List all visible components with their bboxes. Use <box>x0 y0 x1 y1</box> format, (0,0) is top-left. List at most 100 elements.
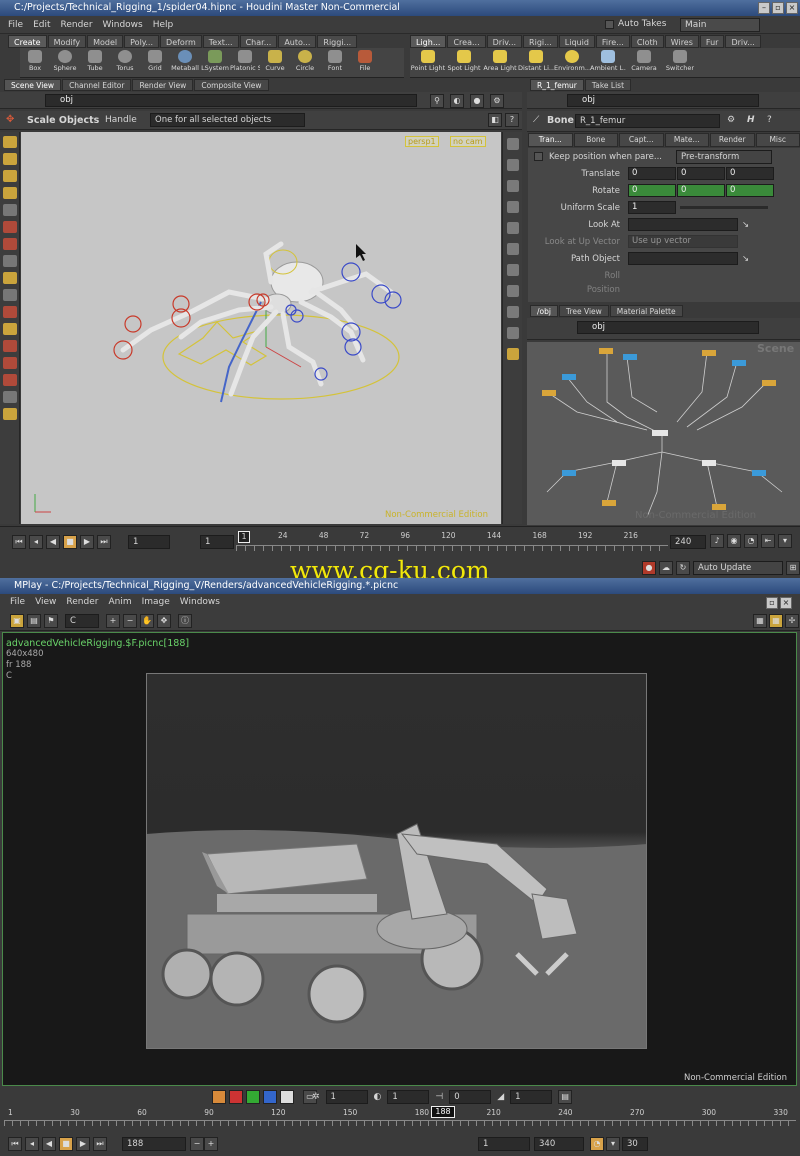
shelf-tab-wires[interactable]: Wires <box>664 35 699 48</box>
perspective-dropdown[interactable]: persp1 <box>405 136 439 147</box>
grid-layout-icon[interactable]: ▦ <box>769 614 783 628</box>
range-icon[interactable]: ⇤ <box>761 534 775 548</box>
param-tab-misc[interactable]: Misc <box>755 133 800 147</box>
zoom-in-icon[interactable]: + <box>106 614 120 628</box>
mplay-menu-image[interactable]: Image <box>142 594 170 611</box>
tab-node-params[interactable]: R_1_femur <box>530 79 584 91</box>
tool-camera[interactable]: Camera <box>626 48 662 77</box>
tool-grid[interactable]: Grid <box>140 48 170 77</box>
pan-icon[interactable]: ✋ <box>140 614 154 628</box>
network-path-field[interactable]: obj <box>577 321 759 334</box>
snap-grid-icon[interactable] <box>2 306 17 318</box>
move-view-icon[interactable]: ✥ <box>157 614 171 628</box>
compare-icon[interactable]: ▤ <box>27 614 41 628</box>
scale-icon[interactable] <box>2 238 17 250</box>
houdini-timeline[interactable]: 1 24 48 72 96 120 144 168 192 216 <box>236 531 668 553</box>
channel-red-icon[interactable] <box>229 1090 243 1104</box>
shelf-tab-poly[interactable]: Poly... <box>124 35 160 48</box>
shelf-tab-create2[interactable]: Crea... <box>447 35 486 48</box>
shelf-tab-rigid[interactable]: Rigi... <box>523 35 558 48</box>
mplay-current-frame-field[interactable]: 188 <box>122 1137 186 1151</box>
tool-torus[interactable]: Torus <box>110 48 140 77</box>
null-node[interactable] <box>702 460 716 466</box>
realtime-toggle-icon[interactable]: ◔ <box>590 1137 604 1151</box>
mplay-menu-render[interactable]: Render <box>66 594 98 611</box>
null-node[interactable] <box>612 460 626 466</box>
bone-node[interactable] <box>562 470 576 476</box>
display-options-icon[interactable]: ◐ <box>450 94 464 108</box>
record-icon[interactable]: ● <box>642 561 656 575</box>
rotate-x[interactable]: 0 <box>628 184 676 197</box>
tool-box[interactable]: Box <box>20 48 50 77</box>
render-icon[interactable]: ● <box>470 94 484 108</box>
tool-lsystem[interactable]: LSystem <box>200 48 230 77</box>
visibility-icon[interactable] <box>2 340 17 352</box>
playbar-options-icon[interactable]: ▾ <box>778 534 792 548</box>
shelf-tab-fur[interactable]: Fur <box>699 35 725 48</box>
lasso-icon[interactable] <box>2 153 17 165</box>
frame-icon[interactable] <box>506 159 519 171</box>
shelf-tab-modify[interactable]: Modify <box>47 35 87 48</box>
auto-takes[interactable]: Auto Takes <box>605 19 666 29</box>
shelf-tab-rigging[interactable]: Riggi... <box>317 35 358 48</box>
param-tab-bone[interactable]: Bone <box>573 133 618 147</box>
lighting-icon[interactable] <box>506 222 519 234</box>
mplay-go-start-button[interactable]: ⏮ <box>8 1137 22 1151</box>
tool-tube[interactable]: Tube <box>80 48 110 77</box>
shelf-tab-cloth[interactable]: Cloth <box>630 35 664 48</box>
tool-area-light[interactable]: Area Light <box>482 48 518 77</box>
bone-node[interactable] <box>542 390 556 396</box>
mplay-info-icon[interactable]: ⓘ <box>178 614 192 628</box>
audio-icon[interactable]: ♪ <box>710 534 724 548</box>
channel-green-icon[interactable] <box>246 1090 260 1104</box>
uniform-scale-slider[interactable] <box>680 206 768 209</box>
root-node[interactable] <box>652 430 668 436</box>
frame-step-field[interactable]: 1 <box>200 535 234 549</box>
shelf-tab-lights[interactable]: Ligh... <box>410 35 447 48</box>
tool-font[interactable]: Font <box>320 48 350 77</box>
tab-material-palette[interactable]: Material Palette <box>609 305 683 317</box>
camera-dropdown[interactable]: no cam <box>450 136 486 147</box>
fps-options-icon[interactable]: ▾ <box>606 1137 620 1151</box>
tab-render-view[interactable]: Render View <box>132 79 194 91</box>
auto-update-dropdown[interactable]: Auto Update <box>693 561 783 575</box>
wireframe-icon[interactable] <box>506 180 519 192</box>
node-name-field[interactable]: R_1_femur <box>575 114 720 128</box>
backface-icon[interactable] <box>506 264 519 276</box>
param-tab-render[interactable]: Render <box>710 133 755 147</box>
display-normals-icon[interactable] <box>506 306 519 318</box>
close-button[interactable]: × <box>786 2 798 14</box>
mplay-go-end-button[interactable]: ⏭ <box>93 1137 107 1151</box>
mplay-stop-button[interactable]: ■ <box>59 1137 73 1151</box>
minimize-button[interactable]: – <box>758 2 770 14</box>
keep-position-checkbox[interactable] <box>534 152 543 161</box>
menu-edit[interactable]: Edit <box>33 16 50 34</box>
tool-point-light[interactable]: Point Light <box>410 48 446 77</box>
shelf-tab-char[interactable]: Char... <box>239 35 278 48</box>
tool-ambient-light[interactable]: Ambient L... <box>590 48 626 77</box>
gamma-field[interactable]: 1 <box>325 1090 368 1104</box>
look-at-field[interactable] <box>628 218 738 231</box>
take-selector[interactable]: Main <box>680 18 760 32</box>
tab-tree-view[interactable]: Tree View <box>558 305 609 317</box>
tab-scene-view[interactable]: Scene View <box>4 79 62 91</box>
shelf-tab-drive[interactable]: Driv... <box>486 35 523 48</box>
maximize-button[interactable]: ▫ <box>772 2 784 14</box>
layout-icon[interactable] <box>506 348 519 360</box>
handle-icon[interactable] <box>2 187 17 199</box>
bone-node[interactable] <box>752 470 766 476</box>
layer-icon[interactable] <box>2 374 17 386</box>
go-end-button[interactable]: ⏭ <box>97 535 111 549</box>
realtime-icon[interactable]: ◔ <box>744 534 758 548</box>
node-chooser-icon[interactable]: ↘ <box>742 220 749 230</box>
mplay-step-back-button[interactable]: ◂ <box>25 1137 39 1151</box>
flag-icon[interactable]: ⚑ <box>44 614 58 628</box>
mplay-timeline[interactable]: 1 30 60 90 120 150 180 210 240 270 300 330 188 <box>4 1106 796 1132</box>
shelf-tab-auto[interactable]: Auto... <box>278 35 317 48</box>
exposure-field[interactable]: 1 <box>387 1090 430 1104</box>
shelf-tab-text[interactable]: Text... <box>202 35 239 48</box>
channel-blue-icon[interactable] <box>263 1090 277 1104</box>
range-start-field[interactable]: 1 <box>478 1137 530 1151</box>
mplay-menu-file[interactable]: File <box>10 594 25 611</box>
play-reverse-button[interactable]: ◀ <box>46 535 60 549</box>
